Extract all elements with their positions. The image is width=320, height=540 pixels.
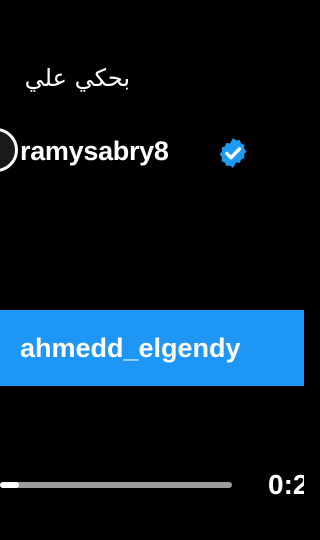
video-progress-bar[interactable] xyxy=(0,482,232,488)
video-progress-fill xyxy=(0,482,19,488)
username-label[interactable]: ramysabry8 xyxy=(20,134,169,168)
avatar[interactable] xyxy=(0,128,18,172)
video-caption: بحكي علي xyxy=(0,58,130,98)
playback-time: 0:2 xyxy=(268,469,304,500)
tagged-username[interactable]: ahmedd_elgendy xyxy=(20,330,241,366)
video-screen[interactable]: بحكي علي ramysabry8 ahmedd_elgendy 0:2 xyxy=(0,0,304,540)
tagged-user-banner[interactable]: ahmedd_elgendy xyxy=(0,310,304,386)
caption-text: بحكي علي xyxy=(24,64,130,92)
verified-badge-icon xyxy=(219,138,247,168)
account-row[interactable]: ramysabry8 xyxy=(0,128,304,178)
